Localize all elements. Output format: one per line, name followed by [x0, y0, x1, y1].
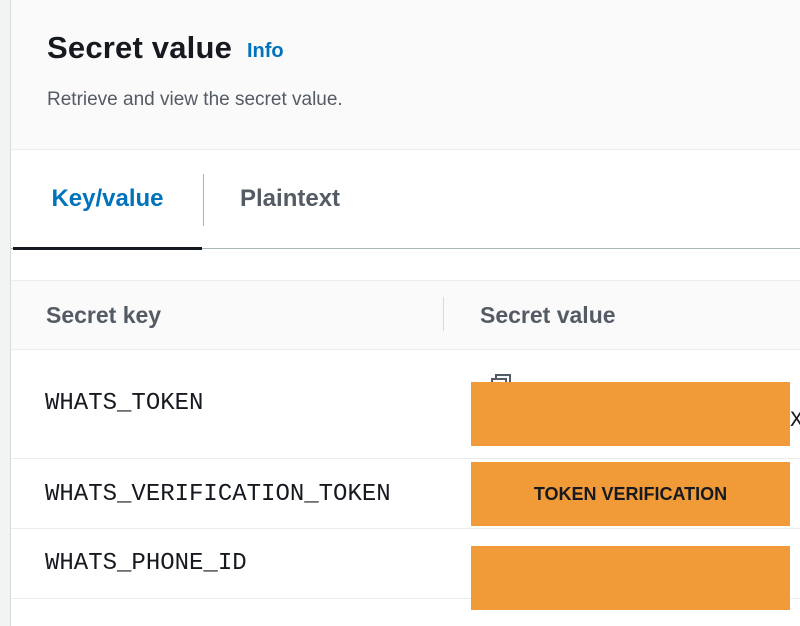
redacted-secret-value: [471, 382, 790, 446]
secret-key-cell: WHATS_TOKEN: [45, 390, 204, 417]
tab-divider: [203, 174, 204, 226]
redaction-label: TOKEN VERIFICATION: [533, 483, 728, 504]
column-header-secret-key[interactable]: Secret key: [46, 281, 161, 349]
secret-value-header: Secret value Info Retrieve and view the …: [11, 0, 800, 150]
secret-value-overflow-text: X: [790, 408, 800, 433]
secret-key-cell: WHATS_PHONE_ID: [45, 550, 247, 577]
tab-key-value[interactable]: Key/value: [13, 150, 202, 250]
redacted-secret-value: [471, 546, 790, 610]
page-description: Retrieve and view the secret value.: [47, 89, 343, 110]
redacted-secret-value: TOKEN VERIFICATION: [471, 462, 790, 526]
info-link[interactable]: Info: [247, 40, 284, 63]
table-header: Secret key Secret value: [11, 280, 800, 350]
tab-plaintext[interactable]: Plaintext: [240, 150, 340, 248]
page-title: Secret value: [47, 30, 233, 65]
tab-bar: Key/value Plaintext: [11, 150, 800, 250]
left-panel-edge: [0, 0, 11, 626]
column-separator: [443, 297, 444, 331]
secret-key-cell: WHATS_VERIFICATION_TOKEN: [45, 481, 391, 508]
column-header-secret-value[interactable]: Secret value: [480, 281, 616, 349]
